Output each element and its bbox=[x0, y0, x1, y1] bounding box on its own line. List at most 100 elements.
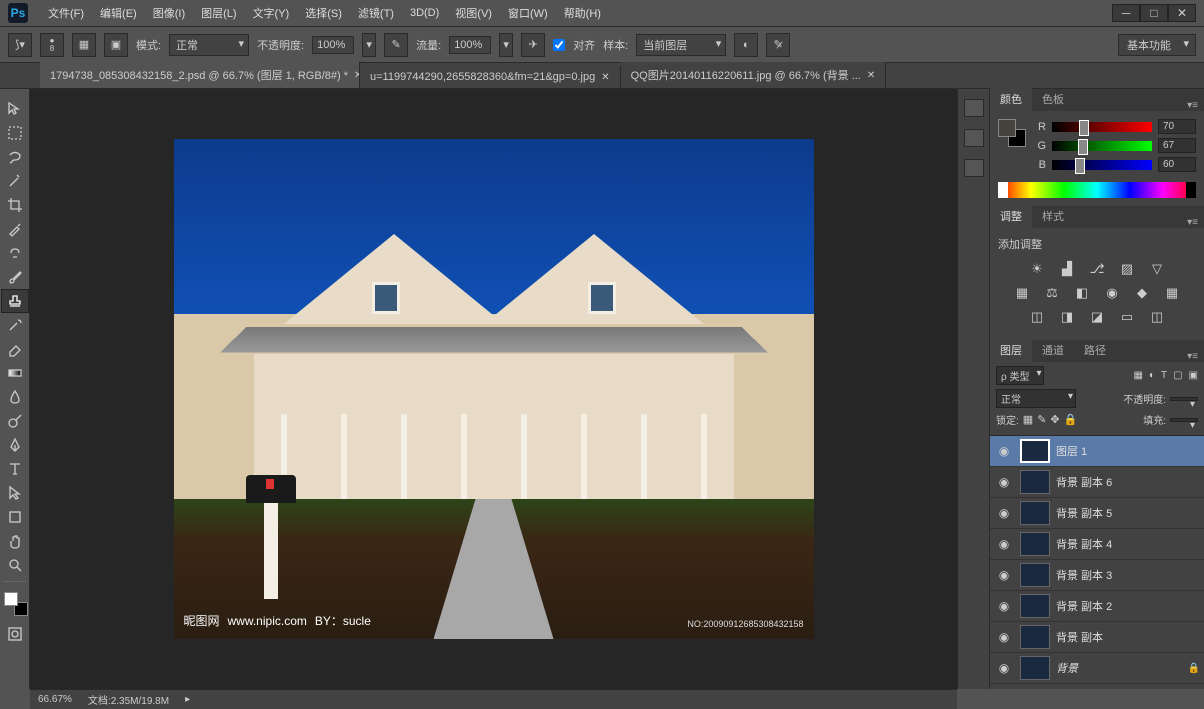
menu-image[interactable]: 图像(I) bbox=[145, 1, 193, 25]
layer-item[interactable]: ◉ 背景 副本 4 bbox=[990, 529, 1204, 560]
levels-icon[interactable]: ▟ bbox=[1056, 260, 1078, 278]
tab-color[interactable]: 颜色 bbox=[990, 87, 1032, 111]
layer-item[interactable]: ◉ 背景 🔒 bbox=[990, 653, 1204, 684]
move-tool[interactable] bbox=[1, 97, 29, 121]
layer-opacity-input[interactable] bbox=[1170, 397, 1198, 401]
sample-select[interactable]: 当前图层 bbox=[636, 34, 726, 56]
lock-pixels-icon[interactable]: ✎ bbox=[1037, 413, 1046, 426]
mixer-icon[interactable]: ◆ bbox=[1131, 284, 1153, 302]
eyedropper-tool[interactable] bbox=[1, 217, 29, 241]
layer-item[interactable]: ◉ 背景 副本 5 bbox=[990, 498, 1204, 529]
tab-swatches[interactable]: 色板 bbox=[1032, 87, 1074, 111]
brush-preset-icon[interactable]: ●8 bbox=[40, 33, 64, 57]
menu-edit[interactable]: 编辑(E) bbox=[92, 1, 145, 25]
panel-menu-icon[interactable]: ▾≡ bbox=[1181, 351, 1204, 362]
layer-item[interactable]: ◉ 背景 副本 6 bbox=[990, 467, 1204, 498]
pressure-opacity-icon[interactable]: ✎ bbox=[384, 33, 408, 57]
stamp-tool[interactable] bbox=[1, 289, 29, 313]
lookup-icon[interactable]: ▦ bbox=[1161, 284, 1183, 302]
filter-smart-icon[interactable]: ▣ bbox=[1189, 370, 1198, 381]
menu-type[interactable]: 文字(Y) bbox=[245, 1, 298, 25]
color-swatches[interactable] bbox=[0, 586, 29, 622]
visibility-icon[interactable]: ◉ bbox=[994, 537, 1014, 551]
opacity-dropdown-icon[interactable]: ▾ bbox=[362, 33, 376, 57]
maximize-button[interactable]: □ bbox=[1140, 4, 1168, 22]
ignore-adjustments-icon[interactable]: ◐ bbox=[734, 33, 758, 57]
menu-file[interactable]: 文件(F) bbox=[40, 1, 92, 25]
wand-tool[interactable] bbox=[1, 169, 29, 193]
menu-3d[interactable]: 3D(D) bbox=[402, 3, 447, 23]
type-tool[interactable] bbox=[1, 457, 29, 481]
layer-thumbnail[interactable] bbox=[1020, 563, 1050, 587]
layer-thumbnail[interactable] bbox=[1020, 532, 1050, 556]
layer-filter-select[interactable]: ρ 类型 bbox=[996, 366, 1044, 385]
b-slider[interactable] bbox=[1052, 160, 1152, 170]
layer-name[interactable]: 图层 1 bbox=[1056, 443, 1087, 459]
layer-name[interactable]: 背景 副本 bbox=[1056, 629, 1103, 645]
minimize-button[interactable]: － bbox=[1112, 4, 1140, 22]
close-icon[interactable]: ✕ bbox=[867, 70, 875, 81]
invert-icon[interactable]: ◫ bbox=[1026, 308, 1048, 326]
fg-color-swatch[interactable] bbox=[998, 119, 1016, 137]
filter-type-icon[interactable]: T bbox=[1161, 370, 1167, 381]
pressure-size-icon[interactable]: ✎̷ bbox=[766, 33, 790, 57]
marquee-tool[interactable] bbox=[1, 121, 29, 145]
visibility-icon[interactable]: ◉ bbox=[994, 475, 1014, 489]
posterize-icon[interactable]: ◨ bbox=[1056, 308, 1078, 326]
brush-panel-icon[interactable]: ▦ bbox=[72, 33, 96, 57]
dodge-tool[interactable] bbox=[1, 409, 29, 433]
fill-input[interactable] bbox=[1170, 418, 1198, 422]
threshold-icon[interactable]: ◪ bbox=[1086, 308, 1108, 326]
layer-item[interactable]: ◉ 背景 副本 2 bbox=[990, 591, 1204, 622]
menu-window[interactable]: 窗口(W) bbox=[500, 1, 556, 25]
brightness-icon[interactable]: ☀ bbox=[1026, 260, 1048, 278]
layer-name[interactable]: 背景 副本 6 bbox=[1056, 474, 1112, 490]
hue-icon[interactable]: ▦ bbox=[1011, 284, 1033, 302]
zoom-level[interactable]: 66.67% bbox=[38, 694, 72, 705]
healing-tool[interactable] bbox=[1, 241, 29, 265]
path-select-tool[interactable] bbox=[1, 481, 29, 505]
status-arrow-icon[interactable]: ▸ bbox=[185, 694, 190, 705]
lock-all-icon[interactable]: 🔒 bbox=[1064, 413, 1078, 426]
layer-thumbnail[interactable] bbox=[1020, 656, 1050, 680]
document-tab-3[interactable]: QQ图片20140116220611.jpg @ 66.7% (背景 ... ✕ bbox=[621, 62, 887, 88]
visibility-icon[interactable]: ◉ bbox=[994, 506, 1014, 520]
layer-thumbnail[interactable] bbox=[1020, 594, 1050, 618]
tab-adjustments[interactable]: 调整 bbox=[990, 204, 1032, 228]
quick-mask-tool[interactable] bbox=[1, 622, 29, 646]
visibility-icon[interactable]: ◉ bbox=[994, 568, 1014, 582]
brush-tool[interactable] bbox=[1, 265, 29, 289]
layer-name[interactable]: 背景 bbox=[1056, 660, 1078, 676]
hand-tool[interactable] bbox=[1, 529, 29, 553]
visibility-icon[interactable]: ◉ bbox=[994, 661, 1014, 675]
menu-view[interactable]: 视图(V) bbox=[447, 1, 500, 25]
document-tab-1[interactable]: 1794738_085308432158_2.psd @ 66.7% (图层 1… bbox=[40, 62, 360, 88]
blend-mode-select[interactable]: 正常 bbox=[169, 34, 249, 56]
properties-panel-icon[interactable] bbox=[964, 129, 984, 147]
flow-dropdown-icon[interactable]: ▾ bbox=[499, 33, 513, 57]
layer-item[interactable]: ◉ 图层 1 bbox=[990, 436, 1204, 467]
gradient-tool[interactable] bbox=[1, 361, 29, 385]
foreground-swatch[interactable] bbox=[4, 592, 18, 606]
close-button[interactable]: ✕ bbox=[1168, 4, 1196, 22]
filter-shape-icon[interactable]: ▢ bbox=[1173, 370, 1182, 381]
r-input[interactable]: 70 bbox=[1158, 119, 1196, 134]
exposure-icon[interactable]: ▨ bbox=[1116, 260, 1138, 278]
document-tab-2[interactable]: u=1199744290,2655828360&fm=21&gp=0.jpg ✕ bbox=[360, 66, 621, 88]
menu-help[interactable]: 帮助(H) bbox=[556, 1, 609, 25]
lasso-tool[interactable] bbox=[1, 145, 29, 169]
airbrush-icon[interactable]: ✈ bbox=[521, 33, 545, 57]
filter-pixel-icon[interactable]: ▦ bbox=[1133, 370, 1142, 381]
tool-preset-icon[interactable]: ⟆▾ bbox=[8, 33, 32, 57]
menu-filter[interactable]: 滤镜(T) bbox=[350, 1, 402, 25]
tab-paths[interactable]: 路径 bbox=[1074, 338, 1116, 362]
crop-tool[interactable] bbox=[1, 193, 29, 217]
zoom-tool[interactable] bbox=[1, 553, 29, 577]
visibility-icon[interactable]: ◉ bbox=[994, 444, 1014, 458]
blend-mode-select[interactable]: 正常 bbox=[996, 389, 1076, 408]
layer-name[interactable]: 背景 副本 4 bbox=[1056, 536, 1112, 552]
filter-adjust-icon[interactable]: ◐ bbox=[1149, 370, 1155, 381]
shape-tool[interactable] bbox=[1, 505, 29, 529]
tab-channels[interactable]: 通道 bbox=[1032, 338, 1074, 362]
layer-thumbnail[interactable] bbox=[1020, 470, 1050, 494]
